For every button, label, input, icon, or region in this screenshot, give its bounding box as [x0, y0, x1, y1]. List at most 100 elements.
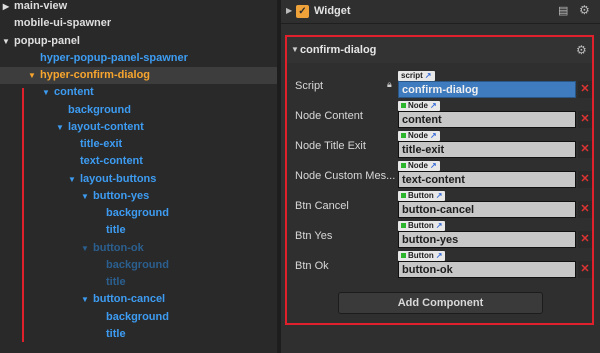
type-tag: Button ↗ [398, 221, 446, 231]
tree-item[interactable]: title-exit [0, 136, 277, 153]
type-marker-icon [401, 223, 406, 228]
type-tag: Node ↗ [398, 161, 440, 171]
property-row: Btn Ok Button ↗ button-ok ✕ [287, 251, 592, 281]
tree-item[interactable]: ▼ popup-panel [0, 33, 277, 50]
expand-arrow-icon[interactable]: ▶ [2, 0, 10, 15]
close-icon[interactable]: ✕ [578, 261, 592, 278]
checkmark-icon[interactable]: ✓ [296, 5, 309, 18]
property-row: Btn Yes Button ↗ button-yes ✕ [287, 221, 592, 251]
tree-item[interactable]: ▶ main-view [0, 0, 277, 15]
lock-icon: 🔒︎ [387, 79, 392, 89]
link-icon[interactable]: ↗ [436, 191, 443, 200]
close-icon[interactable]: ✕ [578, 111, 592, 128]
collapse-arrow-icon[interactable]: ▼ [68, 171, 76, 188]
tree-item[interactable]: background [0, 102, 277, 119]
type-tag: Button ↗ [398, 251, 446, 261]
tree-item[interactable]: ▼ layout-content [0, 119, 277, 136]
type-marker-icon [401, 103, 406, 108]
property-label: Node Content [295, 110, 363, 122]
tree-item[interactable]: ▼ button-yes [0, 188, 277, 205]
tree-item-label: background [106, 310, 169, 323]
add-component-button[interactable]: Add Component [338, 292, 543, 314]
collapse-arrow-icon[interactable]: ▼ [81, 240, 89, 257]
collapse-arrow-icon[interactable]: ▼ [42, 84, 50, 101]
hierarchy-panel: ▶ main-view mobile-ui-spawner ▼ popup-panel h… [0, 0, 277, 353]
close-icon[interactable]: ✕ [578, 141, 592, 158]
widget-title: Widget [314, 5, 351, 17]
component-header[interactable]: ▼ confirm-dialog ⚙ [287, 37, 592, 63]
reference-field[interactable]: text-content [398, 171, 576, 188]
reference-field[interactable]: title-exit [398, 141, 576, 158]
reference-field[interactable]: button-cancel [398, 201, 576, 218]
link-icon[interactable]: ↗ [430, 161, 437, 170]
link-icon[interactable]: ↗ [430, 131, 437, 140]
tree-item[interactable]: title [0, 274, 277, 291]
reference-field[interactable]: button-yes [398, 231, 576, 248]
tree-item-label: title [106, 327, 126, 340]
property-label: Btn Ok [295, 260, 329, 272]
tree-item[interactable]: ▼ hyper-confirm-dialog [0, 67, 277, 84]
tree-item[interactable]: title [0, 222, 277, 239]
widget-component-header[interactable]: ▶ ✓ Widget ▤ ⚙ [281, 0, 600, 24]
book-icon[interactable]: ▤ [558, 4, 568, 17]
tree-item[interactable]: background [0, 257, 277, 274]
type-tag: script ↗ [398, 71, 435, 81]
collapse-arrow-icon[interactable]: ▼ [81, 291, 89, 308]
property-label: Node Title Exit [295, 140, 366, 152]
expand-arrow-icon[interactable]: ▶ [286, 6, 292, 15]
tree-item[interactable]: background [0, 205, 277, 222]
type-marker-icon [401, 133, 406, 138]
tree-item[interactable]: text-content [0, 153, 277, 170]
link-icon[interactable]: ↗ [425, 71, 432, 80]
tree-item-label: text-content [80, 155, 143, 168]
type-tag-label: Button [408, 191, 434, 200]
tree-item[interactable]: ▼ button-ok [0, 240, 277, 257]
close-icon[interactable]: ✕ [578, 201, 592, 218]
tree-item[interactable]: hyper-popup-panel-spawner [0, 50, 277, 67]
tree-item-label: layout-buttons [80, 172, 157, 185]
tree-item[interactable]: ▼ content [0, 84, 277, 101]
tree-item-label: button-cancel [93, 293, 166, 306]
property-row: Node Custom Mes... Node ↗ text-content ✕ [287, 161, 592, 191]
component-title: confirm-dialog [300, 44, 377, 56]
property-label: Script [295, 80, 324, 92]
property-label: Node Custom Mes... [295, 170, 396, 182]
tree-item-label: title [106, 224, 126, 237]
close-icon[interactable]: ✕ [578, 231, 592, 248]
tree-item-label: button-ok [93, 241, 144, 254]
tree-item[interactable]: background [0, 309, 277, 326]
reference-field[interactable]: button-ok [398, 261, 576, 278]
close-icon[interactable]: ✕ [578, 171, 592, 188]
tree-item[interactable]: ▼ layout-buttons [0, 171, 277, 188]
confirm-dialog-component: ▼ confirm-dialog ⚙ Script 🔒︎ script ↗ confir… [285, 35, 594, 325]
type-tag-label: script [401, 71, 423, 80]
tree-item-label: hyper-popup-panel-spawner [40, 51, 188, 64]
close-icon[interactable]: ✕ [578, 81, 592, 98]
collapse-arrow-icon[interactable]: ▼ [56, 119, 64, 136]
tree-item[interactable]: ▼ button-cancel [0, 291, 277, 308]
reference-field[interactable]: content [398, 111, 576, 128]
property-row: Node Content Node ↗ content ✕ [287, 101, 592, 131]
property-row: Node Title Exit Node ↗ title-exit ✕ [287, 131, 592, 161]
collapse-arrow-icon[interactable]: ▼ [28, 67, 36, 84]
tree-item[interactable]: title [0, 326, 277, 343]
type-marker-icon [401, 253, 406, 258]
property-row: Btn Cancel Button ↗ button-cancel ✕ [287, 191, 592, 221]
link-icon[interactable]: ↗ [430, 101, 437, 110]
tree-item[interactable]: mobile-ui-spawner [0, 15, 277, 32]
collapse-arrow-icon[interactable]: ▼ [81, 188, 89, 205]
link-icon[interactable]: ↗ [436, 251, 443, 260]
collapse-arrow-icon[interactable]: ▼ [291, 45, 299, 54]
script-field[interactable]: confirm-dialog [398, 81, 576, 98]
tree-item-label: background [106, 258, 169, 271]
collapse-arrow-icon[interactable]: ▼ [2, 33, 10, 50]
gear-icon[interactable]: ⚙ [576, 43, 587, 57]
link-icon[interactable]: ↗ [436, 221, 443, 230]
tree-item-label: main-view [14, 0, 68, 12]
gear-icon[interactable]: ⚙ [579, 3, 590, 17]
property-row: Script 🔒︎ script ↗ confirm-dialog ✕ [287, 71, 592, 101]
property-label: Btn Cancel [295, 200, 349, 212]
tree-item-label: background [106, 207, 169, 219]
type-tag-label: Node [408, 161, 428, 170]
type-tag: Button ↗ [398, 191, 446, 201]
